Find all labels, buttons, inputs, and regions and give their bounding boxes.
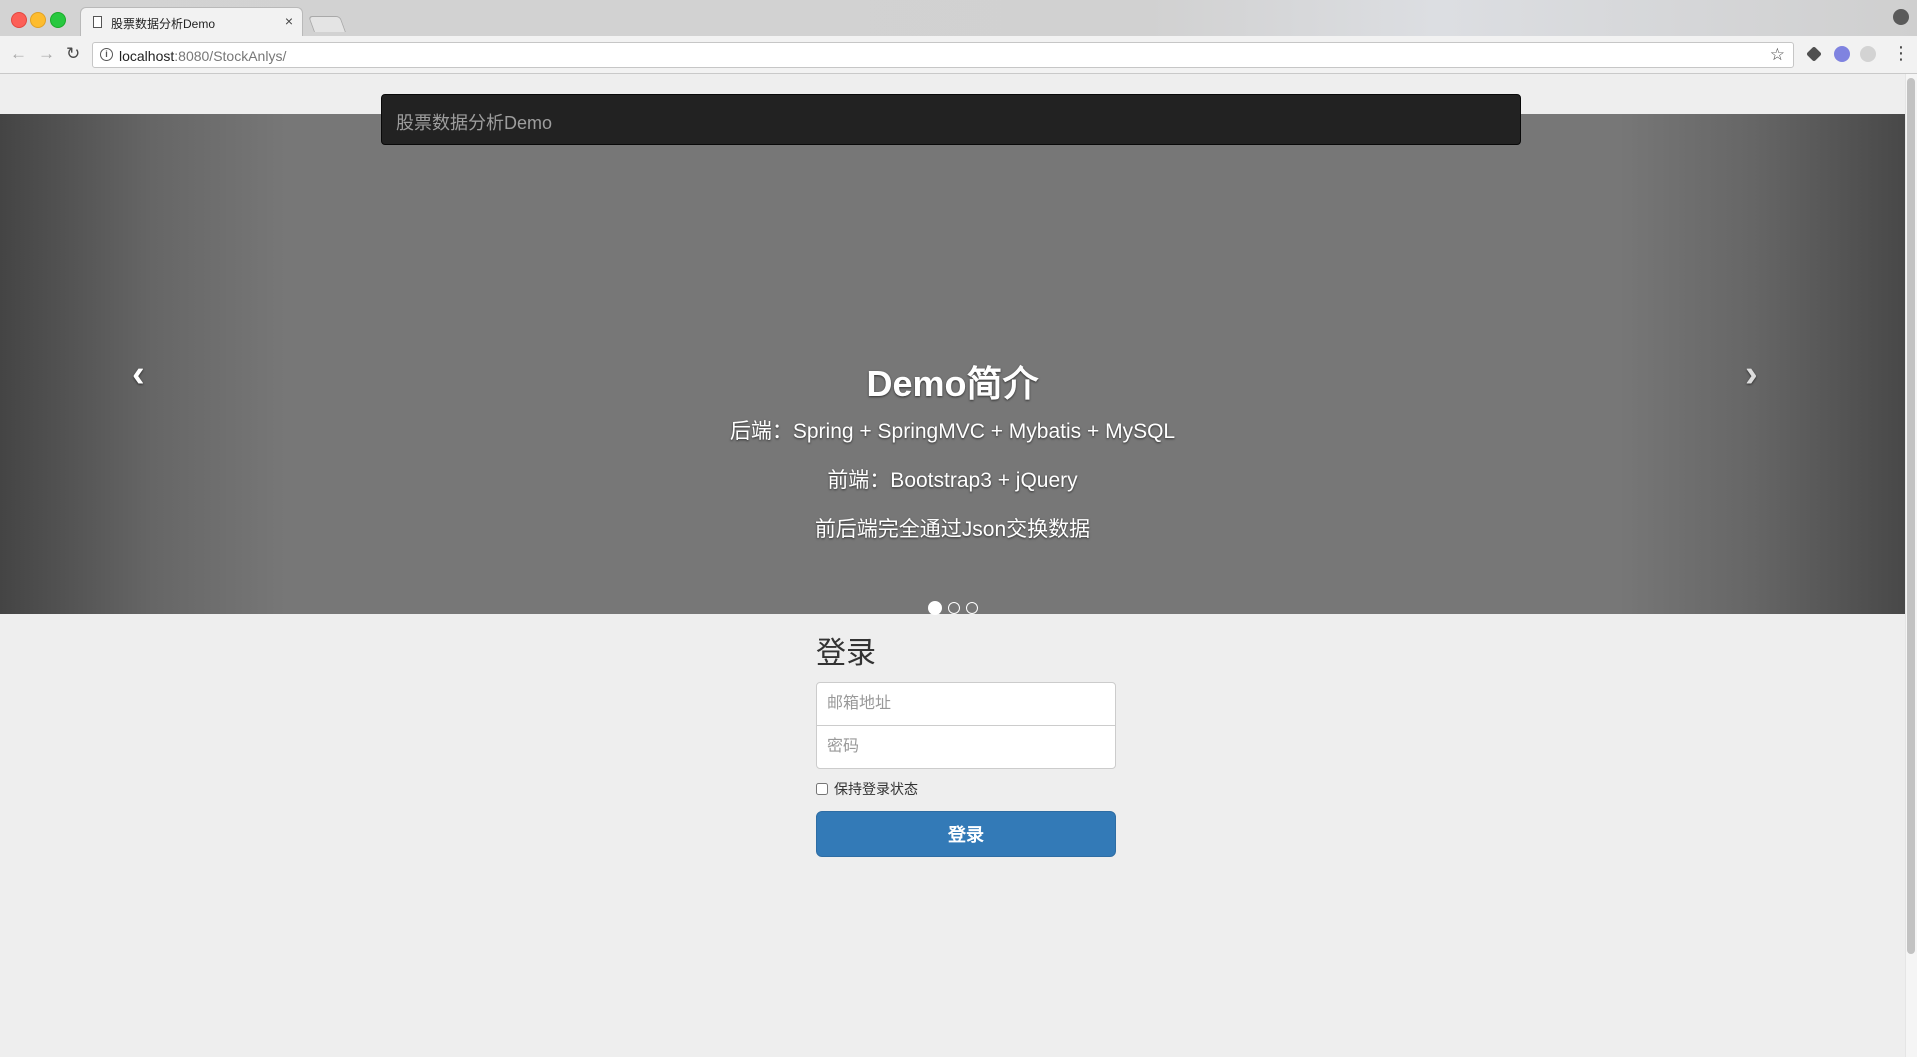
menu-kebab-icon[interactable]: ⋮ <box>1892 42 1910 64</box>
carousel-heading: Demo简介 <box>866 363 1039 404</box>
extension-icon[interactable] <box>1860 46 1876 62</box>
forward-arrow-icon[interactable]: → <box>38 44 55 64</box>
browser-toolbar: ← → ↻ i localhost:8080/StockAnlys/ ☆ ⋮ <box>0 36 1917 74</box>
url-path: :8080/StockAnlys/ <box>174 48 287 64</box>
carousel-line-frontend: 前端：Bootstrap3 + jQuery <box>827 469 1078 492</box>
url-host: localhost <box>119 48 175 64</box>
tab-close-icon[interactable]: × <box>285 13 293 29</box>
close-window-button[interactable] <box>11 12 27 28</box>
navbar-brand[interactable]: 股票数据分析Demo <box>396 109 552 135</box>
carousel-indicator-2[interactable] <box>947 602 960 614</box>
minimize-window-button[interactable] <box>30 12 46 28</box>
carousel-caption: Demo简介 后端：Spring + SpringMVC + Mybatis +… <box>0 361 1905 554</box>
maximize-window-button[interactable] <box>50 12 66 28</box>
password-field[interactable] <box>816 725 1116 769</box>
email-field[interactable] <box>816 682 1116 726</box>
extension-icon[interactable] <box>1834 46 1850 62</box>
back-arrow-icon[interactable]: ← <box>10 44 27 64</box>
star-icon[interactable]: ☆ <box>1770 45 1785 65</box>
page-icon <box>93 16 102 28</box>
carousel-line-json: 前后端完全通过Json交换数据 <box>814 518 1091 541</box>
remember-checkbox[interactable] <box>816 783 828 795</box>
tab-title: 股票数据分析Demo <box>111 17 216 31</box>
browser-titlebar: 股票数据分析Demo × <box>0 0 1917 36</box>
carousel-indicator-1[interactable] <box>927 601 942 615</box>
url-text[interactable]: localhost:8080/StockAnlys/ <box>119 48 286 64</box>
remember-me[interactable]: 保持登录状态 <box>816 779 1116 799</box>
carousel-indicator-3[interactable] <box>965 602 978 614</box>
info-icon[interactable]: i <box>100 48 113 61</box>
carousel: ‹ › Demo简介 后端：Spring + SpringMVC + Mybat… <box>0 114 1905 615</box>
page-viewport: ‹ › Demo简介 后端：Spring + SpringMVC + Mybat… <box>0 74 1905 1057</box>
scrollbar-thumb[interactable] <box>1907 78 1915 954</box>
new-tab-button[interactable] <box>308 16 346 32</box>
extension-icon[interactable] <box>1806 46 1822 62</box>
carousel-line-backend: 后端：Spring + SpringMVC + Mybatis + MySQL <box>729 420 1176 443</box>
signin-form: 登录 保持登录状态 登录 <box>816 634 1116 857</box>
login-button[interactable]: 登录 <box>816 811 1116 857</box>
address-bar[interactable]: i localhost:8080/StockAnlys/ ☆ <box>92 42 1794 68</box>
remember-label: 保持登录状态 <box>834 781 918 797</box>
top-navbar: 股票数据分析Demo <box>381 94 1521 145</box>
browser-tab[interactable]: 股票数据分析Demo × <box>80 7 303 36</box>
reload-icon[interactable]: ↻ <box>66 44 80 64</box>
signin-heading: 登录 <box>816 637 876 670</box>
carousel-indicators <box>0 601 1905 615</box>
profile-icon[interactable] <box>1893 9 1909 25</box>
